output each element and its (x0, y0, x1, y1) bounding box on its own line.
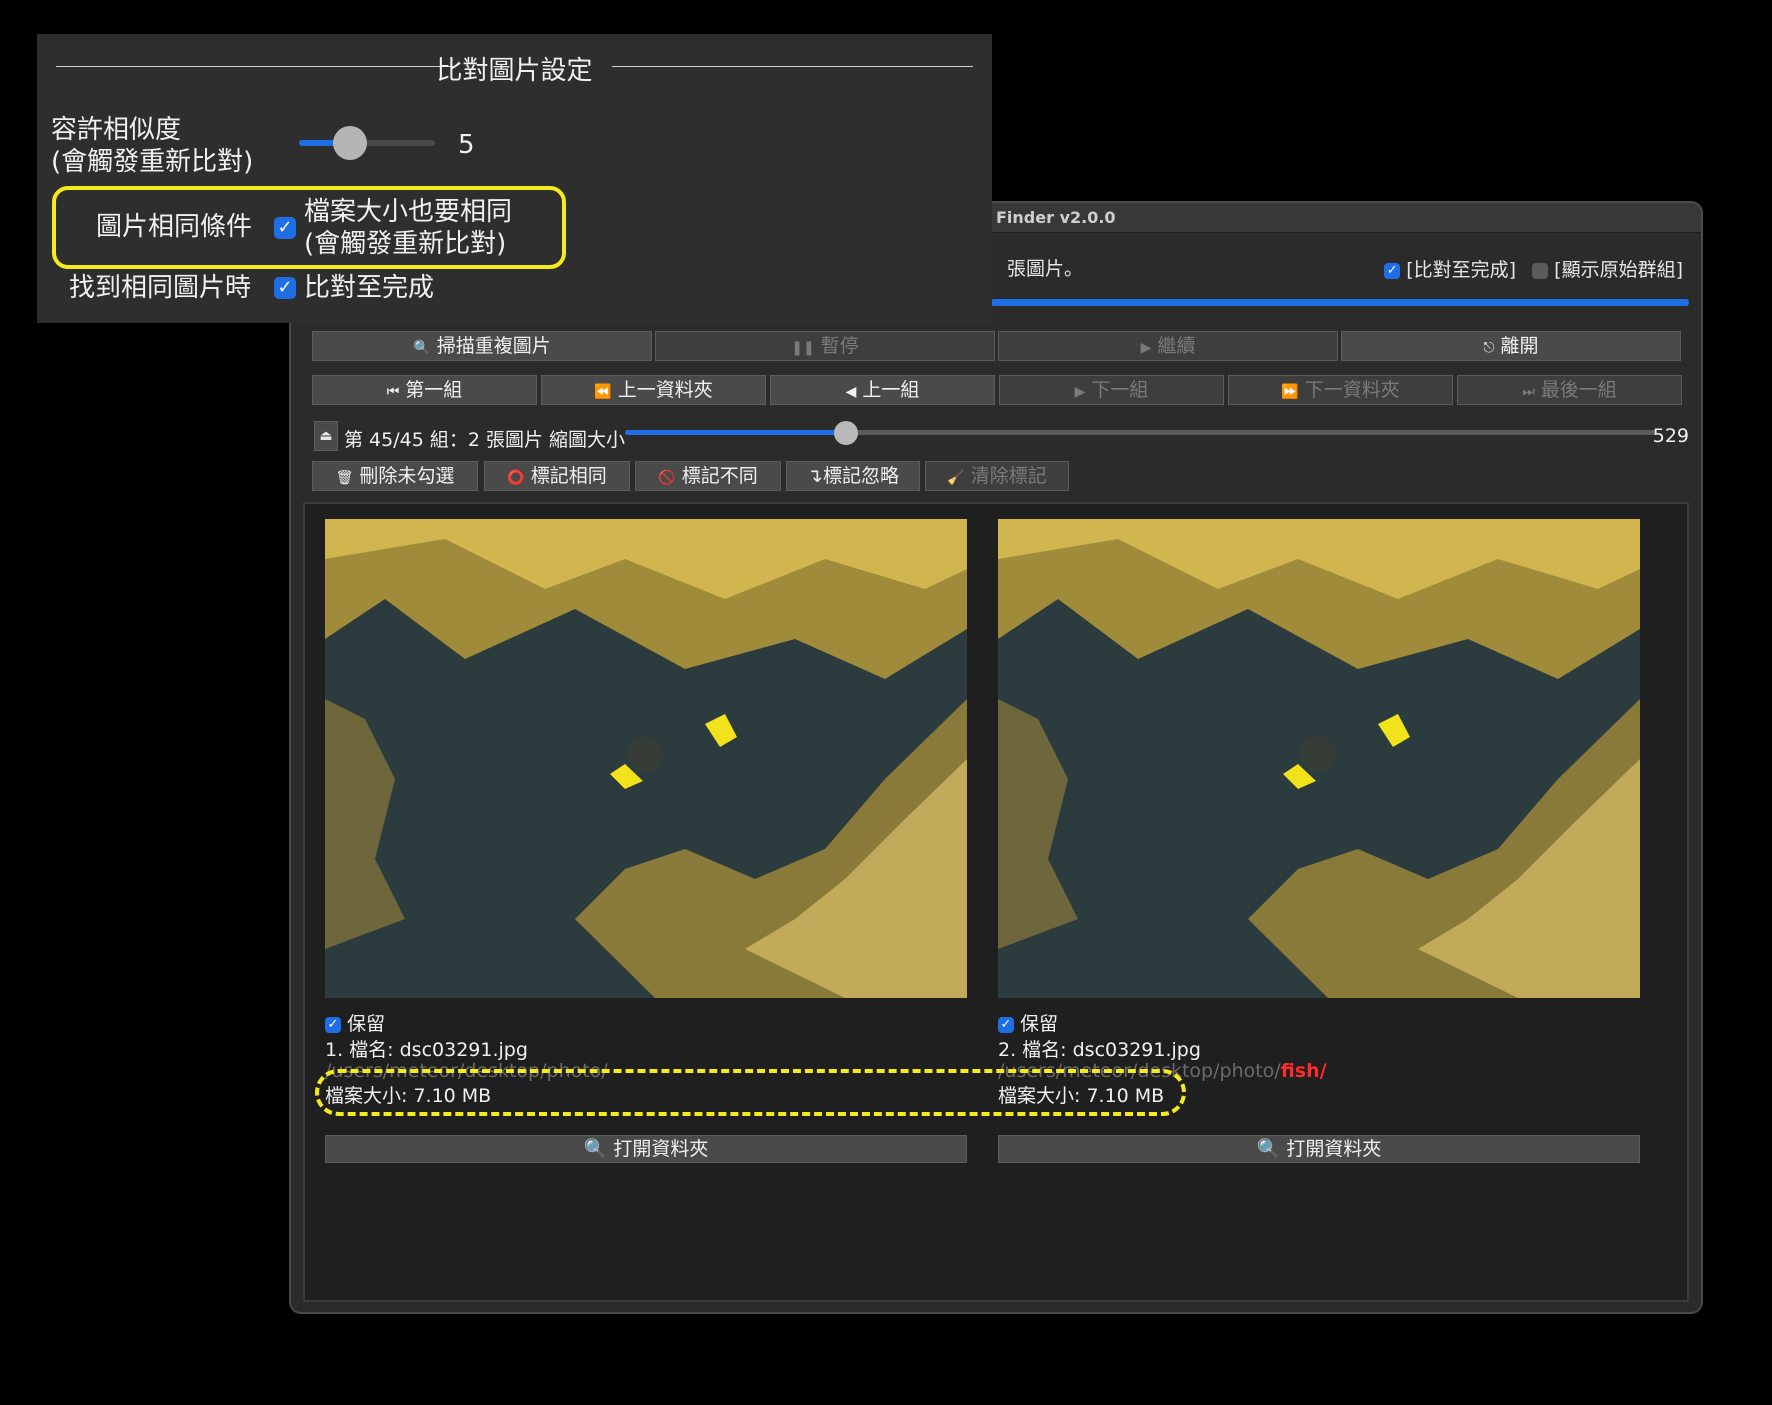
keep-2-label: 保留 (1020, 1013, 1059, 1035)
file-name-2: 2. 檔名: dsc03291.jpg (998, 1039, 1201, 1061)
image-panel: ✓ 保留 1. 檔名: dsc03291.jpg /users/meteor/d… (303, 502, 1689, 1302)
prev-group-button[interactable]: ◀ 上一組 (770, 375, 995, 405)
similarity-slider[interactable] (299, 126, 435, 160)
next-group-label: 下一組 (1091, 379, 1149, 401)
mark-same-button[interactable]: ⭕ 標記相同 (484, 461, 630, 491)
highlight-dashed-box (315, 1069, 1186, 1116)
exit-icon: ⎋ (1483, 340, 1495, 356)
settings-panel: 比對圖片設定 容許相似度 (會觸發重新比對) 5 圖片相同條件 ✓ 檔案大小也要… (37, 34, 992, 323)
file-path-2-extra: fish/ (1280, 1060, 1327, 1082)
prev-group-label: 上一組 (862, 379, 920, 401)
window-title: Finder v2.0.0 (996, 208, 1116, 227)
delete-unchecked-button[interactable]: 🗑 刪除未勾選 (312, 461, 478, 491)
similarity-knob[interactable] (333, 126, 367, 160)
resume-button[interactable]: ▶ 繼續 (998, 331, 1338, 361)
eject-button[interactable]: ⏏ (314, 421, 338, 451)
clear-marks-button[interactable]: 🧹 清除標記 (925, 461, 1069, 491)
main-window: Finder v2.0.0 張圖片。 ✓ [比對至完成] [顯示原始群組] 🔍 掃… (289, 201, 1703, 1314)
broom-icon: 🧹 (947, 470, 965, 486)
group-label: 第 45/45 組：2 張圖片 縮圖大小 (344, 429, 626, 451)
open-folder-button-1[interactable]: 🔍 打開資料夾 (325, 1135, 967, 1163)
file-name-1: 1. 檔名: dsc03291.jpg (325, 1039, 528, 1061)
thumb-size-knob[interactable] (834, 421, 858, 445)
photo-2-image (998, 519, 1640, 998)
eject-icon: ⏏ (319, 428, 333, 444)
keep-1-checkbox[interactable]: ✓ (325, 1016, 341, 1033)
photo-1-image (325, 519, 967, 998)
last-icon: ⏭ (1522, 384, 1535, 400)
pause-icon: ❚❚ (791, 340, 815, 356)
show-groups-checkbox-label: [顯示原始群組] (1554, 259, 1683, 281)
pause-button[interactable]: ❚❚ 暫停 (655, 331, 995, 361)
top-options: ✓ [比對至完成] [顯示原始群組] (1384, 255, 1683, 282)
mark-same-label: 標記相同 (530, 465, 607, 487)
circle-icon: ⭕ (507, 470, 525, 486)
pause-button-label: 暫停 (820, 335, 859, 357)
settings-title: 比對圖片設定 (436, 56, 593, 86)
next-folder-button[interactable]: ⏩ 下一資料夾 (1228, 375, 1453, 405)
first-group-button[interactable]: ⏮ 第一組 (312, 375, 537, 405)
prohibit-icon: 🚫 (658, 470, 676, 486)
next-folder-label: 下一資料夾 (1304, 379, 1400, 401)
magnifier-icon: 🔍 (1256, 1138, 1281, 1160)
similarity-value: 5 (458, 130, 475, 160)
thumb-size-fill (625, 430, 845, 435)
complete-label: 比對至完成 (304, 273, 435, 303)
last-group-label: 最後一組 (1540, 379, 1617, 401)
keep-1[interactable]: ✓ 保留 (325, 1009, 385, 1036)
show-groups-checkbox[interactable] (1532, 262, 1549, 279)
scan-button-label: 掃描重複圖片 (436, 335, 551, 357)
magnifier-icon: 🔍 (413, 340, 431, 356)
clear-marks-label: 清除標記 (970, 465, 1047, 487)
delete-unchecked-label: 刪除未勾選 (359, 465, 455, 487)
photo-2[interactable] (998, 519, 1640, 998)
mark-different-button[interactable]: 🚫 標記不同 (635, 461, 781, 491)
exit-button[interactable]: ⎋ 離開 (1341, 331, 1681, 361)
first-group-label: 第一組 (405, 379, 463, 401)
magnifier-icon: 🔍 (583, 1138, 608, 1160)
next-group-button[interactable]: ▶ 下一組 (999, 375, 1224, 405)
resume-button-label: 繼續 (1157, 335, 1196, 357)
keep-2-checkbox[interactable]: ✓ (998, 1016, 1014, 1033)
last-group-button[interactable]: ⏭ 最後一組 (1457, 375, 1682, 405)
prev-folder-label: 上一資料夾 (617, 379, 713, 401)
keep-1-label: 保留 (347, 1013, 386, 1035)
open-folder-button-2[interactable]: 🔍 打開資料夾 (998, 1135, 1640, 1163)
fast-forward-icon: ⏩ (1281, 384, 1299, 400)
first-icon: ⏮ (386, 384, 400, 400)
status-text: 張圖片。 (1007, 258, 1084, 280)
photo-1[interactable] (325, 519, 967, 998)
prev-icon: ◀ (845, 384, 857, 400)
complete-checkbox[interactable]: ✓ (1384, 262, 1401, 279)
thumb-size-value: 529 (1652, 425, 1689, 447)
similarity-label: 容許相似度 (會觸發重新比對) (51, 114, 253, 178)
complete-checkbox-2[interactable]: ✓ (274, 277, 296, 299)
play-icon: ▶ (1140, 340, 1152, 356)
highlight-box (52, 186, 566, 269)
keep-2[interactable]: ✓ 保留 (998, 1009, 1058, 1036)
progress-bar (991, 299, 1689, 306)
exit-button-label: 離開 (1500, 335, 1539, 357)
prev-folder-button[interactable]: ⏪ 上一資料夾 (541, 375, 766, 405)
similarity-label-line1: 容許相似度 (51, 115, 182, 145)
open-folder-label-1: 打開資料夾 (613, 1138, 709, 1160)
found-label: 找到相同圖片時 (69, 273, 252, 303)
thumb-size-slider[interactable] (625, 421, 1657, 445)
scan-button[interactable]: 🔍 掃描重複圖片 (312, 331, 652, 361)
similarity-label-line2: (會觸發重新比對) (51, 147, 254, 177)
mark-different-label: 標記不同 (681, 465, 758, 487)
mark-ignore-label: ↴標記忽略 (807, 465, 899, 487)
complete-checkbox-label: [比對至完成] (1406, 259, 1517, 281)
next-icon: ▶ (1074, 384, 1086, 400)
trash-icon: 🗑 (335, 470, 354, 486)
open-folder-label-2: 打開資料夾 (1286, 1138, 1382, 1160)
rewind-icon: ⏪ (594, 384, 612, 400)
mark-ignore-button[interactable]: ↴標記忽略 (786, 461, 920, 491)
